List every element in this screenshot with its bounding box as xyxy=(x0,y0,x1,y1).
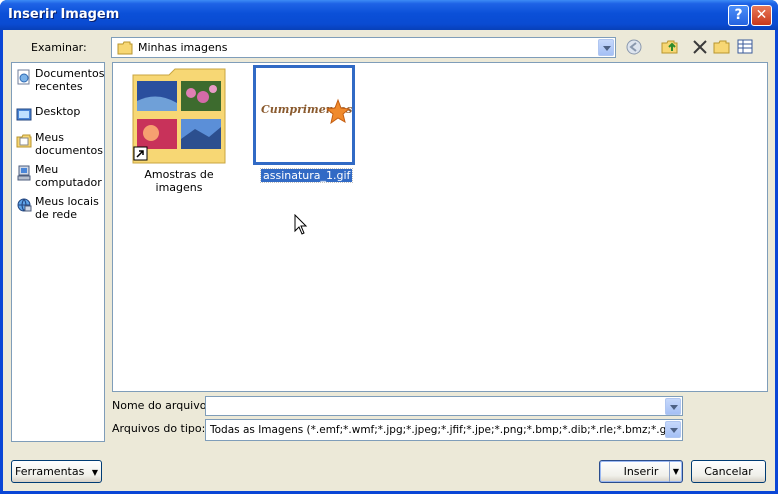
chevron-down-icon[interactable] xyxy=(665,398,681,415)
look-in-value: Minhas imagens xyxy=(138,41,228,54)
chevron-down-icon: ▼ xyxy=(91,468,98,477)
look-in-combo[interactable]: Minhas imagens xyxy=(111,37,616,58)
insert-button-label: Inserir xyxy=(623,465,659,478)
file-item-label: Amostras de imagens xyxy=(144,168,214,194)
insert-button[interactable]: Inserir ▼ xyxy=(599,460,683,483)
place-label-line1: Documentos xyxy=(35,67,105,80)
place-label-line2: computador xyxy=(35,176,102,189)
places-bar: Documentos recentes Desktop Meus documen… xyxy=(11,62,105,442)
place-label-line1: Meus xyxy=(35,131,64,144)
insert-split-arrow-icon[interactable]: ▼ xyxy=(669,461,682,482)
place-label-line2: de rede xyxy=(35,208,78,221)
image-thumbnail: Cumprimentos xyxy=(253,65,355,165)
place-my-documents[interactable]: Meus documentos xyxy=(16,131,106,159)
new-folder-icon[interactable] xyxy=(713,38,731,56)
my-documents-icon xyxy=(16,134,32,148)
chevron-down-icon[interactable] xyxy=(598,39,614,56)
views-icon[interactable] xyxy=(737,38,755,56)
chevron-down-icon[interactable] xyxy=(665,421,681,438)
close-button[interactable]: ✕ xyxy=(751,5,772,26)
filename-input[interactable] xyxy=(205,396,683,416)
my-computer-icon xyxy=(17,165,31,181)
mouse-pointer-icon xyxy=(294,214,308,235)
place-label-line2: documentos xyxy=(35,144,103,157)
tools-button-label: Ferramentas xyxy=(15,465,85,478)
place-label-line2: recentes xyxy=(35,80,83,93)
help-button[interactable]: ? xyxy=(728,5,749,26)
filetype-value: Todas as Imagens (*.emf;*.wmf;*.jpg;*.jp… xyxy=(210,424,673,436)
file-item-folder[interactable]: Amostras de imagens xyxy=(123,67,231,194)
back-icon[interactable] xyxy=(625,38,643,56)
tools-button[interactable]: Ferramentas ▼ xyxy=(11,460,102,483)
filename-label: Nome do arquivo: xyxy=(112,399,211,412)
place-label-line1: Desktop xyxy=(35,105,81,118)
look-in-label: Examinar: xyxy=(31,41,87,54)
file-list[interactable]: Amostras de imagens Cumprimentos assinat… xyxy=(112,62,768,392)
folder-thumbnail-icon xyxy=(132,68,226,164)
network-places-icon xyxy=(17,198,32,212)
dialog-window: Inserir Imagem ? ✕ Examinar: Minhas imag… xyxy=(0,0,778,494)
place-label-line1: Meu xyxy=(35,163,59,176)
cancel-button[interactable]: Cancelar xyxy=(691,460,766,483)
recent-documents-icon xyxy=(17,69,30,85)
place-network[interactable]: Meus locais de rede xyxy=(16,195,106,223)
place-desktop[interactable]: Desktop xyxy=(16,105,106,121)
window-title: Inserir Imagem xyxy=(8,7,120,22)
file-item-image[interactable]: Cumprimentos assinatura_1.gif xyxy=(253,65,357,183)
filetype-select[interactable]: Todas as Imagens (*.emf;*.wmf;*.jpg;*.jp… xyxy=(205,419,683,441)
filetype-label: Arquivos do tipo: xyxy=(112,422,206,435)
title-bar[interactable]: Inserir Imagem ? ✕ xyxy=(0,0,778,30)
place-label-line1: Meus locais xyxy=(35,195,99,208)
image-preview: Cumprimentos xyxy=(261,98,352,125)
folder-icon xyxy=(117,41,133,55)
up-folder-icon[interactable] xyxy=(661,38,679,56)
place-my-computer[interactable]: Meu computador xyxy=(16,163,106,191)
file-item-label-selected: assinatura_1.gif xyxy=(259,168,354,183)
cancel-button-label: Cancelar xyxy=(704,465,753,478)
place-recent[interactable]: Documentos recentes xyxy=(16,67,106,95)
dialog-body: Examinar: Minhas imagens Documentos rece… xyxy=(3,30,775,491)
delete-icon[interactable] xyxy=(691,38,709,56)
desktop-icon xyxy=(16,108,32,121)
